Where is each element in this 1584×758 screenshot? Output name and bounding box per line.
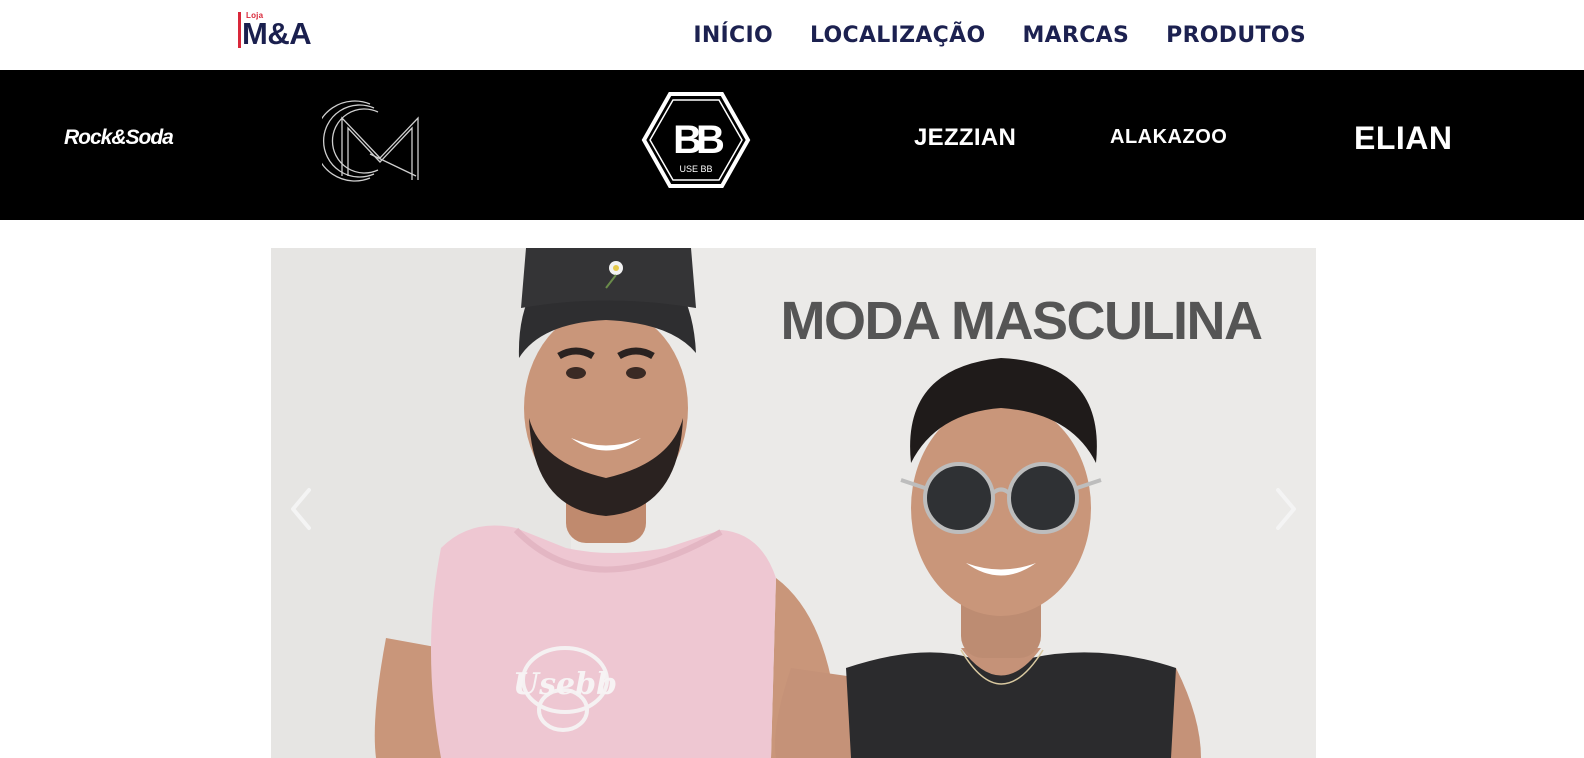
brand-jezzian[interactable]: JEZZIAN (914, 124, 1016, 152)
brand-rock-soda[interactable]: Rock&Soda (64, 126, 174, 150)
hero-title: MODA MASCULINA (780, 291, 1263, 351)
logo-main-text: M&A (242, 16, 312, 51)
shirt-print-text: Usebb (513, 667, 617, 702)
brand-cm-logo[interactable] (314, 96, 426, 186)
carousel-next-button[interactable] (1268, 482, 1304, 536)
site-header: Loja M&A INÍCIO LOCALIZAÇÃO MARCAS PRODU… (0, 0, 1584, 70)
bb-caption: USE BB (679, 164, 712, 174)
nav-inicio[interactable]: INÍCIO (693, 23, 773, 48)
site-logo[interactable]: Loja M&A (238, 10, 338, 50)
bb-letters: BB (673, 118, 724, 162)
brand-alakazoo[interactable]: ALAKAZOO (1110, 126, 1227, 149)
cm-monogram-icon (314, 100, 419, 182)
nav-localizacao[interactable]: LOCALIZAÇÃO (810, 23, 985, 48)
brand-elian[interactable]: ELIAN (1354, 120, 1453, 157)
hero-carousel: Usebb MODA MASCULINA (271, 248, 1316, 758)
logo-accent-bar (238, 12, 241, 48)
nav-marcas[interactable]: MARCAS (1022, 23, 1129, 48)
brands-strip: Rock&Soda BB USE BB JEZZIAN ALAKAZOO ELI… (0, 70, 1584, 220)
carousel-prev-button[interactable] (283, 482, 319, 536)
brand-usebb-logo[interactable]: BB USE BB (640, 90, 752, 190)
usebb-hexagon-icon: BB USE BB (641, 92, 751, 188)
nav-produtos[interactable]: PRODUTOS (1166, 23, 1306, 48)
main-nav: INÍCIO LOCALIZAÇÃO MARCAS PRODUTOS (693, 20, 1306, 50)
chevron-right-icon (1276, 488, 1296, 530)
chevron-left-icon (291, 488, 311, 530)
